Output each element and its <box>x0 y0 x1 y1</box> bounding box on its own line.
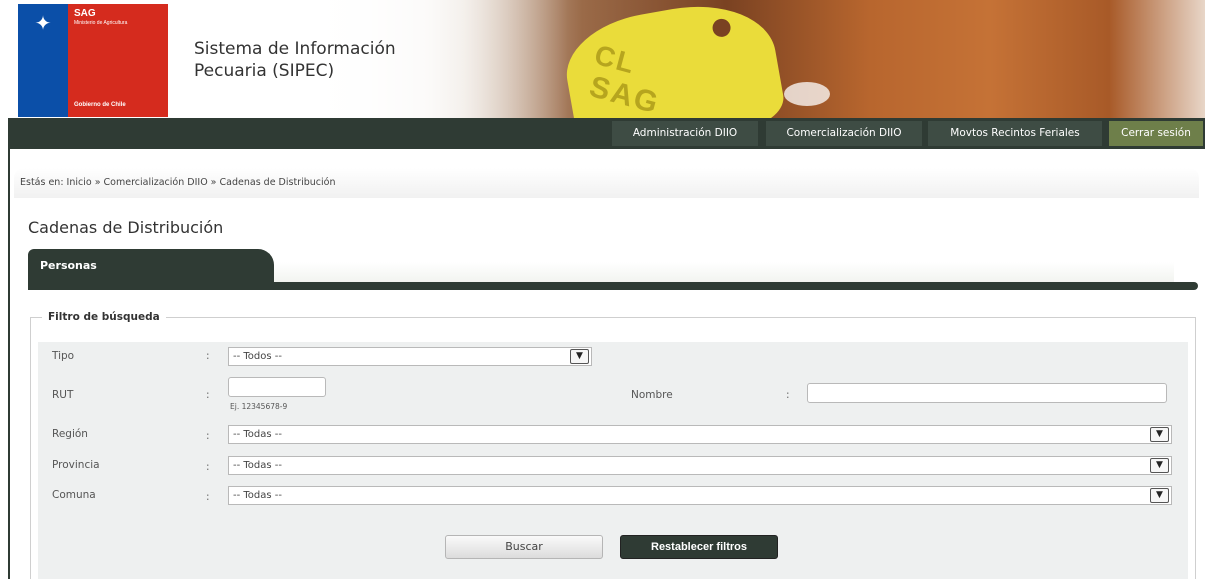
ear-tag-image: CL SAG <box>558 0 788 118</box>
filter-legend: Filtro de búsqueda <box>42 311 166 323</box>
rut-hint: Ej. 12345678-9 <box>230 402 288 411</box>
site-title-line1: Sistema de Información <box>194 39 396 59</box>
logo-government-text: Gobierno de Chile <box>74 102 126 108</box>
rut-label: RUT <box>52 389 74 401</box>
tab-personas[interactable]: Personas <box>28 249 274 287</box>
region-select-value: -- Todas -- <box>233 429 283 440</box>
provincia-select[interactable]: -- Todas -- ▼ <box>228 456 1172 475</box>
tab-bar-background <box>274 262 1174 282</box>
reset-filters-button[interactable]: Restablecer filtros <box>620 535 778 559</box>
site-title-line2: Pecuaria (SIPEC) <box>194 61 335 81</box>
chevron-down-icon: ▼ <box>1150 488 1169 503</box>
provincia-colon: : <box>206 461 210 473</box>
site-title: Sistema de Información Pecuaria (SIPEC) <box>194 38 396 82</box>
logo-blue-panel: ✦ <box>18 4 68 117</box>
crest-icon: ✦ <box>34 11 52 35</box>
provincia-label: Provincia <box>52 459 100 471</box>
page-title: Cadenas de Distribución <box>28 218 224 237</box>
nombre-input[interactable] <box>807 383 1167 403</box>
comuna-select-value: -- Todas -- <box>233 490 283 501</box>
comuna-select[interactable]: -- Todas -- ▼ <box>228 486 1172 505</box>
sag-logo[interactable]: ✦ SAG Ministerio de Agricultura Gobierno… <box>18 4 168 117</box>
nav-item-movtos-recintos-feriales[interactable]: Movtos Recintos Feriales <box>928 121 1102 146</box>
region-colon: : <box>206 430 210 442</box>
chevron-down-icon: ▼ <box>1150 427 1169 442</box>
breadcrumb: Estás en: Inicio » Comercialización DIIO… <box>20 177 336 188</box>
main-nav: Administración DIIO Comercialización DII… <box>8 118 1205 149</box>
comuna-colon: : <box>206 491 210 503</box>
tipo-select-value: -- Todos -- <box>233 351 282 362</box>
header-banner: CL SAG ✦ SAG Ministerio de Agricultura G… <box>8 0 1205 118</box>
nav-item-administracion-diio[interactable]: Administración DIIO <box>612 121 758 146</box>
chevron-down-icon: ▼ <box>1150 458 1169 473</box>
nav-item-comercializacion-diio[interactable]: Comercialización DIIO <box>766 121 922 146</box>
left-border <box>8 149 10 579</box>
tipo-colon: : <box>206 350 210 362</box>
logo-sag-text: SAG <box>74 8 96 19</box>
fur-spot <box>784 82 830 106</box>
rut-colon: : <box>206 389 210 401</box>
tipo-label: Tipo <box>52 350 75 362</box>
provincia-select-value: -- Todas -- <box>233 460 283 471</box>
comuna-label: Comuna <box>52 489 96 501</box>
region-label: Región <box>52 428 88 440</box>
nombre-label: Nombre <box>631 389 673 401</box>
search-button[interactable]: Buscar <box>445 535 603 559</box>
chevron-down-icon: ▼ <box>570 349 589 364</box>
rut-input[interactable] <box>228 377 326 397</box>
nombre-colon: : <box>786 389 790 401</box>
logout-button[interactable]: Cerrar sesión <box>1109 121 1203 146</box>
tipo-select[interactable]: -- Todos -- ▼ <box>228 347 592 366</box>
ear-tag-hole <box>711 17 732 39</box>
region-select[interactable]: -- Todas -- ▼ <box>228 425 1172 444</box>
ear-tag-text-bottom: SAG <box>585 70 664 118</box>
logo-ministry-text: Ministerio de Agricultura <box>74 20 128 26</box>
